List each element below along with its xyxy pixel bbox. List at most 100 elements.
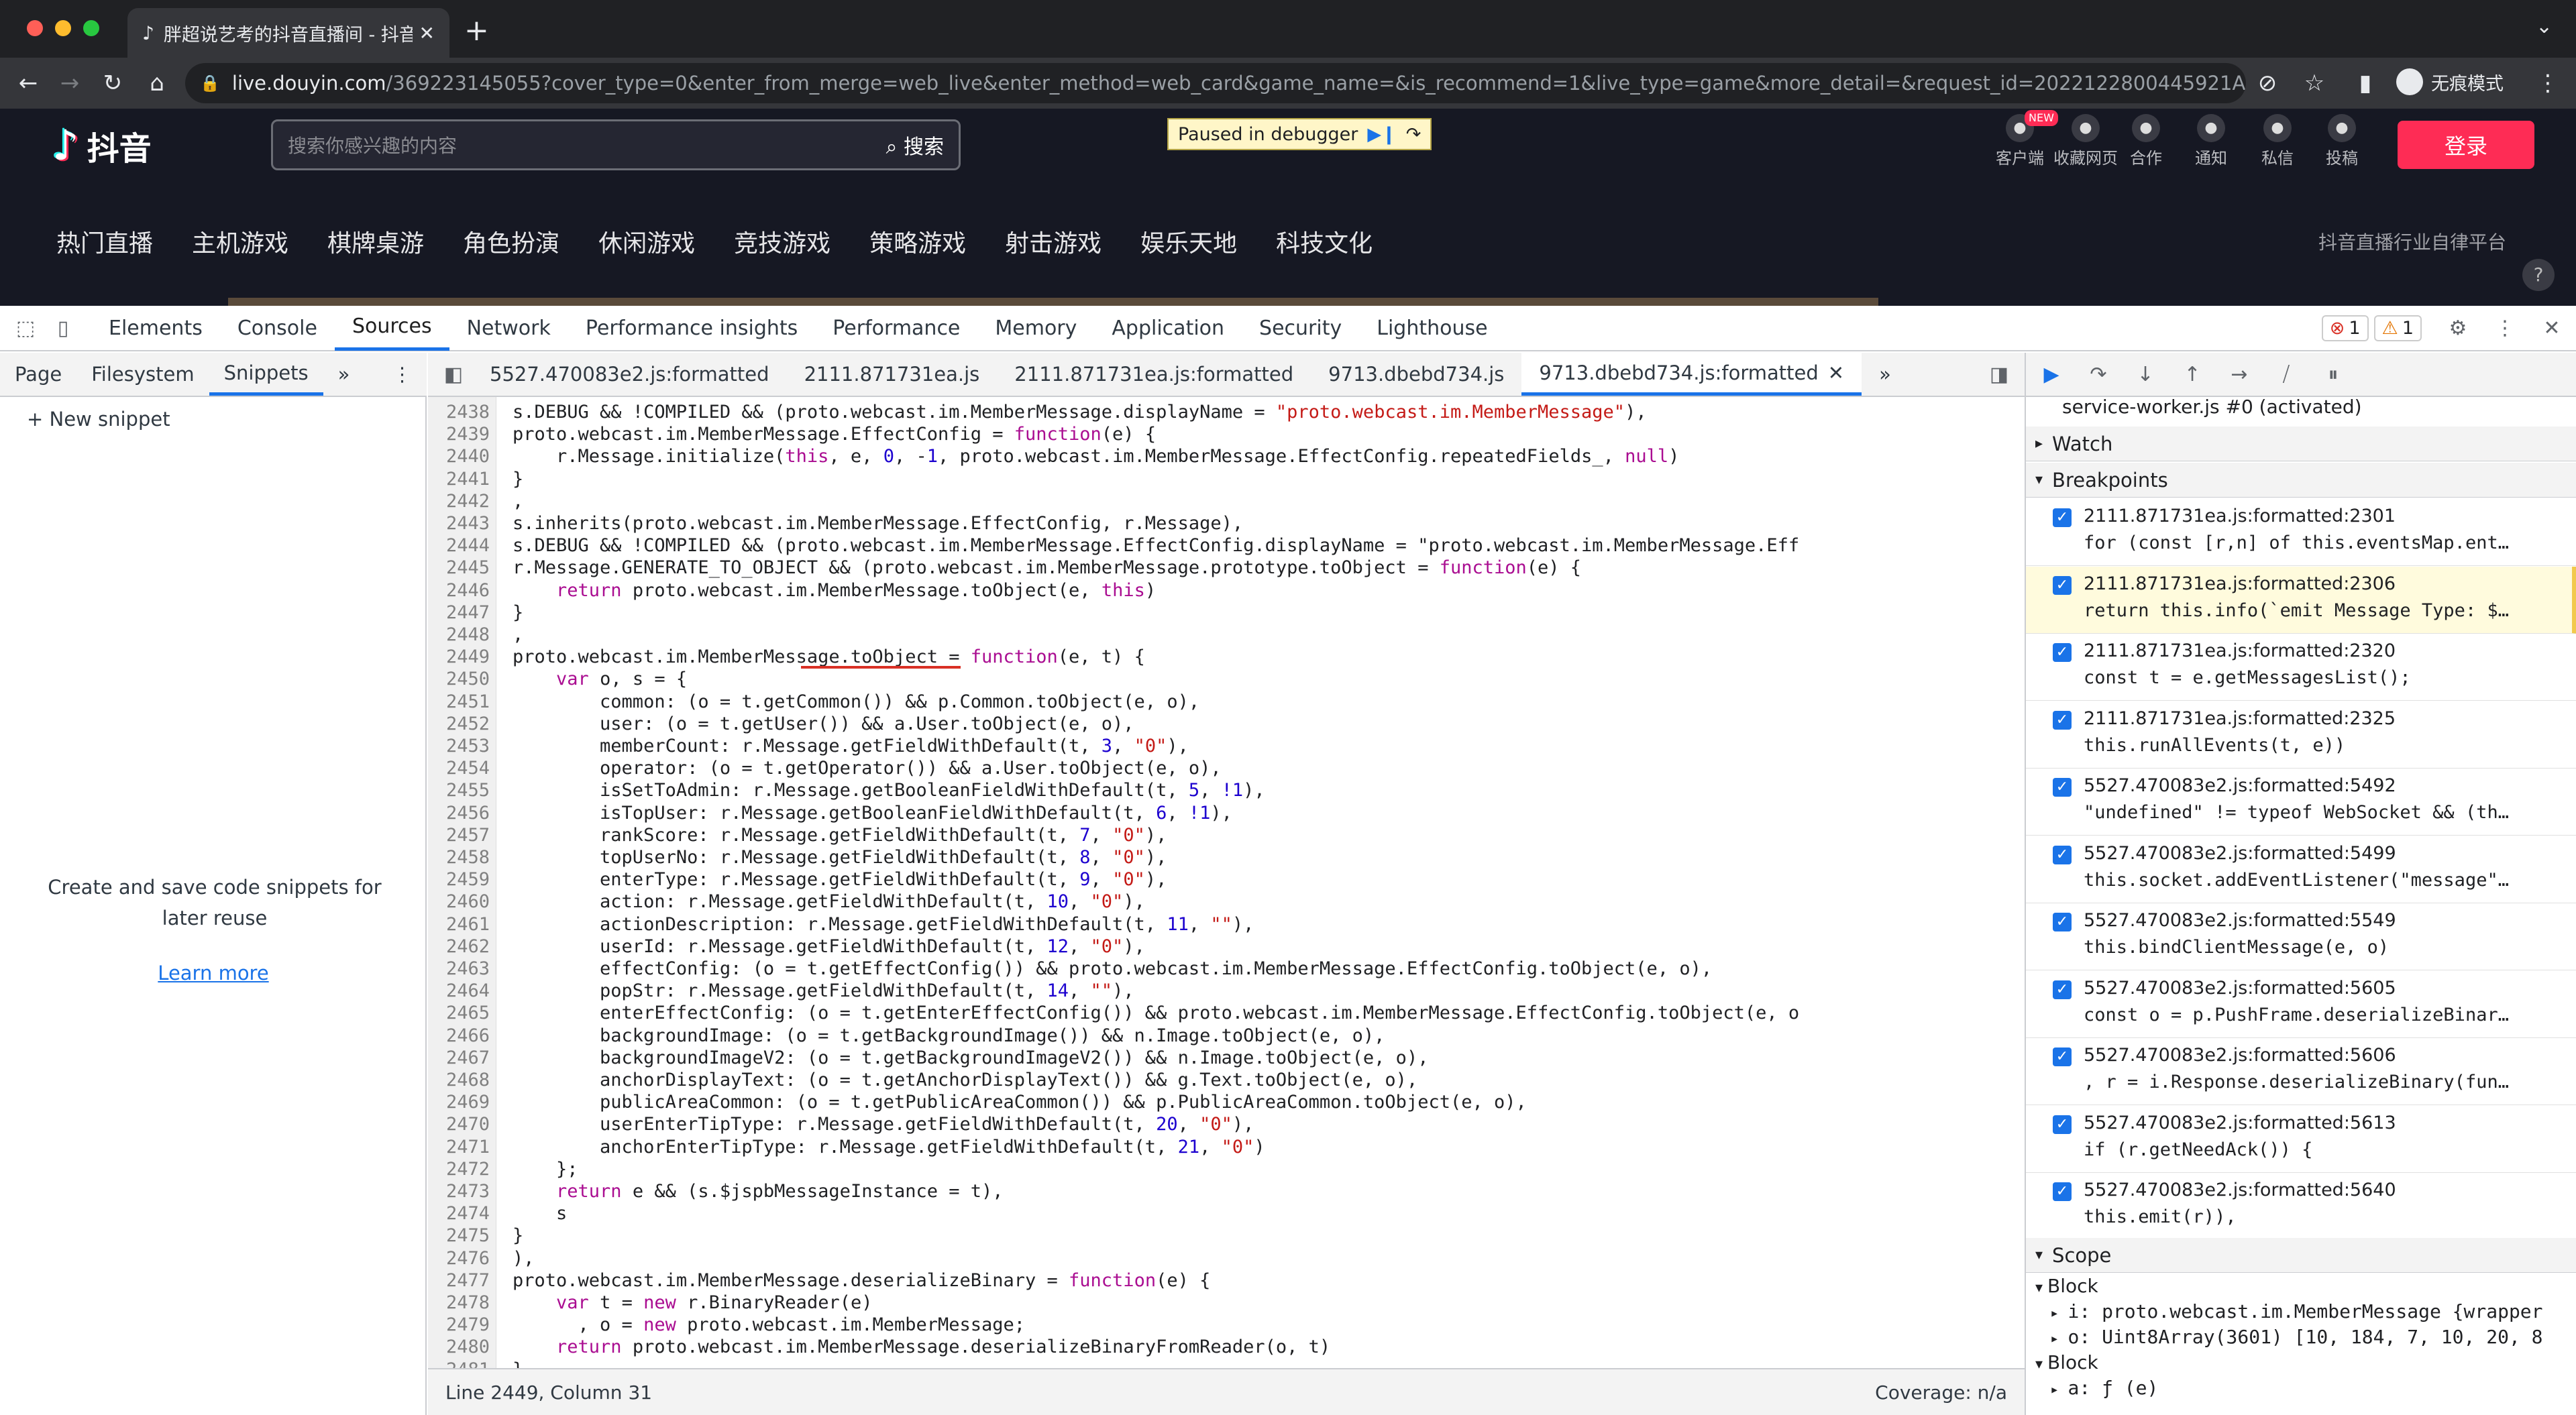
close-window-icon[interactable]	[27, 20, 43, 36]
search-button[interactable]: ⌕ 搜索	[886, 130, 944, 160]
code-line[interactable]: 2449 proto.webcast.im.MemberMessage.toObj…	[428, 646, 2025, 669]
header-item-handshake[interactable]: ● 合作	[2113, 114, 2179, 168]
scope-block-header[interactable]: ▾ Block	[2035, 1349, 2098, 1376]
code-line[interactable]: 2438 s.DEBUG && !COMPILED && (proto.webca…	[428, 401, 2025, 423]
line-number[interactable]: 2468	[428, 1069, 490, 1091]
nav-item[interactable]: 休闲游戏	[598, 224, 695, 259]
code-line[interactable]: 2471 anchorEnterTipType: r.Message.getFi…	[428, 1136, 2025, 1158]
more-files-icon[interactable]: »	[1862, 353, 1909, 396]
devtools-tab-elements[interactable]: Elements	[91, 305, 220, 351]
code-line[interactable]: 2442,	[428, 490, 2025, 512]
breakpoint-item[interactable]: ✓ 5527.470083e2.js:formatted:5605 const o …	[2026, 971, 2576, 1038]
settings-gear-icon[interactable]: ⚙	[2442, 312, 2474, 344]
code-line[interactable]: 2454 operator: (o = t.getOperator()) && …	[428, 757, 2025, 779]
close-devtools-icon[interactable]: ✕	[2536, 312, 2568, 344]
nav-right-link[interactable]: 抖音直播行业自律平台	[2318, 228, 2506, 255]
line-number[interactable]: 2460	[428, 891, 490, 913]
code-line[interactable]: 2476),	[428, 1247, 2025, 1269]
devtools-tab-sources[interactable]: Sources	[334, 305, 449, 351]
code-line[interactable]: 2465 enterEffectConfig: (o = t.getEnterE…	[428, 1002, 2025, 1024]
new-snippet-button[interactable]: + New snippet	[27, 408, 170, 431]
breakpoints-section-header[interactable]: ▾ Breakpoints	[2026, 463, 2576, 498]
line-number[interactable]: 2459	[428, 868, 490, 891]
breakpoint-checkbox[interactable]: ✓	[2053, 575, 2072, 595]
line-number[interactable]: 2472	[428, 1158, 490, 1180]
code-line[interactable]: 2469 publicAreaCommon: (o = t.getPublicA…	[428, 1091, 2025, 1113]
devtools-menu-icon[interactable]: ⋮	[2489, 312, 2521, 344]
code-line[interactable]: 2463 effectConfig: (o = t.getEffectConfi…	[428, 958, 2025, 980]
code-line[interactable]: 2444 s.DEBUG && !COMPILED && (proto.webca…	[428, 534, 2025, 557]
breakpoint-item[interactable]: ✓ 5527.470083e2.js:formatted:5613 if (r.ge…	[2026, 1106, 2576, 1173]
line-number[interactable]: 2481	[428, 1359, 490, 1368]
breakpoint-checkbox[interactable]: ✓	[2053, 845, 2072, 864]
step-over-icon[interactable]: ↷	[1406, 124, 1421, 145]
error-badge[interactable]: ⊗ 1	[2321, 315, 2369, 341]
header-item-upload[interactable]: ● 投稿	[2309, 114, 2375, 168]
line-number[interactable]: 2451	[428, 691, 490, 713]
nav-item[interactable]: 策略游戏	[869, 224, 966, 259]
line-number[interactable]: 2446	[428, 579, 490, 602]
file-tab[interactable]: 5527.470083e2.js:formatted	[472, 353, 787, 396]
line-number[interactable]: 2466	[428, 1025, 490, 1047]
line-number[interactable]: 2467	[428, 1047, 490, 1069]
line-number[interactable]: 2470	[428, 1113, 490, 1135]
code-line[interactable]: 2457 rankScore: r.Message.getFieldWithDe…	[428, 824, 2025, 846]
line-number[interactable]: 2480	[428, 1336, 490, 1358]
line-number[interactable]: 2447	[428, 602, 490, 624]
device-toolbar-icon[interactable]: ▯	[47, 312, 79, 344]
code-line[interactable]: 2459 enterType: r.Message.getFieldWithDe…	[428, 868, 2025, 891]
devtools-tab-network[interactable]: Network	[449, 305, 568, 351]
breakpoint-checkbox[interactable]: ✓	[2053, 1182, 2072, 1201]
breakpoint-checkbox[interactable]: ✓	[2053, 1115, 2072, 1134]
line-number[interactable]: 2458	[428, 846, 490, 868]
code-line[interactable]: 2474 s	[428, 1202, 2025, 1225]
file-tab[interactable]: 2111.871731ea.js	[787, 353, 998, 396]
login-button[interactable]: 登录	[2398, 121, 2534, 169]
breakpoint-checkbox[interactable]: ✓	[2053, 913, 2072, 931]
devtools-tab-performance[interactable]: Performance	[815, 305, 977, 351]
line-number[interactable]: 2465	[428, 1002, 490, 1024]
line-number[interactable]: 2455	[428, 779, 490, 801]
browser-tab[interactable]: ♪ 胖超说艺考的抖音直播间 - 抖音直 ✕	[127, 8, 449, 58]
home-icon[interactable]: ⌂	[142, 68, 172, 98]
code-line[interactable]: 2458 topUserNo: r.Message.getFieldWithDe…	[428, 846, 2025, 868]
minimize-window-icon[interactable]	[55, 20, 71, 36]
address-bar[interactable]: 🔒 live.douyin.com /369223145055?cover_ty…	[185, 63, 2246, 103]
code-line[interactable]: 2479 , o = new proto.webcast.im.MemberMe…	[428, 1314, 2025, 1336]
incognito-eye-icon[interactable]: ⊘	[2253, 68, 2282, 98]
code-line[interactable]: 2464 popStr: r.Message.getFieldWithDefau…	[428, 980, 2025, 1002]
code-line[interactable]: 2466 backgroundImage: (o = t.getBackgrou…	[428, 1025, 2025, 1047]
devtools-tab-performance-insights[interactable]: Performance insights	[568, 305, 815, 351]
douyin-logo[interactable]: ♪ 抖音	[52, 121, 152, 170]
code-line[interactable]: 2467 backgroundImageV2: (o = t.getBackgr…	[428, 1047, 2025, 1069]
header-item-desktop[interactable]: ● 客户端 NEW	[1987, 110, 2058, 168]
file-tab[interactable]: 9713.dbebd734.js:formatted ✕	[1521, 353, 1862, 396]
resume-icon[interactable]: ▶❙	[1367, 124, 1396, 145]
line-number[interactable]: 2474	[428, 1202, 490, 1225]
help-icon[interactable]: ?	[2522, 259, 2555, 291]
devtools-tab-memory[interactable]: Memory	[977, 305, 1094, 351]
step-out-icon[interactable]: ↑	[2176, 358, 2208, 390]
navigator-tab-page[interactable]: Page	[0, 353, 76, 396]
line-number[interactable]: 2471	[428, 1136, 490, 1158]
code-line[interactable]: 2478 var t = new r.BinaryReader(e)	[428, 1292, 2025, 1314]
line-number[interactable]: 2478	[428, 1292, 490, 1314]
line-number[interactable]: 2456	[428, 802, 490, 824]
breakpoint-item[interactable]: ✓ 2111.871731ea.js:formatted:2301 for (con…	[2026, 499, 2576, 566]
line-number[interactable]: 2454	[428, 757, 490, 779]
line-number[interactable]: 2461	[428, 913, 490, 936]
breakpoint-checkbox[interactable]: ✓	[2053, 710, 2072, 730]
scope-variable[interactable]: ▸ o: Uint8Array(3601) [10, 184, 7, 10, 2…	[2050, 1324, 2543, 1351]
breakpoint-item[interactable]: ✓ 2111.871731ea.js:formatted:2306 return t…	[2026, 566, 2576, 634]
breakpoint-checkbox[interactable]: ✓	[2053, 508, 2072, 527]
breakpoint-item[interactable]: ✓ 5527.470083e2.js:formatted:5492 "undefin…	[2026, 769, 2576, 836]
nav-item[interactable]: 射击游戏	[1005, 224, 1102, 259]
code-line[interactable]: 2468 anchorDisplayText: (o = t.getAnchor…	[428, 1069, 2025, 1091]
code-line[interactable]: 2477 proto.webcast.im.MemberMessage.deser…	[428, 1269, 2025, 1292]
scope-section-header[interactable]: ▾ Scope	[2026, 1238, 2576, 1273]
breakpoint-checkbox[interactable]: ✓	[2053, 980, 2072, 999]
step-into-icon[interactable]: ↓	[2129, 358, 2161, 390]
profile-button[interactable]: 无痕模式	[2396, 68, 2504, 95]
line-number[interactable]: 2438	[428, 401, 490, 423]
watch-section-header[interactable]: ▸ Watch	[2026, 427, 2576, 461]
